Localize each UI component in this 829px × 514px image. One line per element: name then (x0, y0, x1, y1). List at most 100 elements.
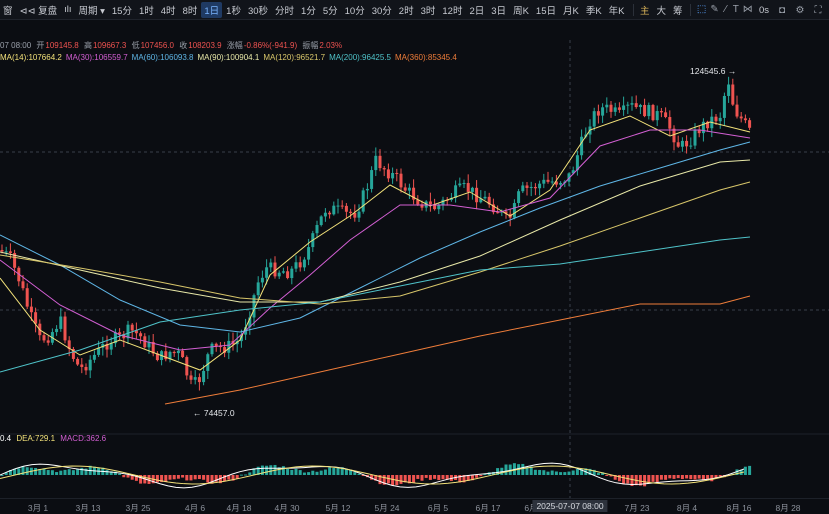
high-price-marker: 124545.6 → (690, 66, 737, 76)
candle-body (189, 375, 193, 380)
candle-body (685, 140, 689, 147)
close-label: 收 (179, 41, 188, 50)
timeframe-9[interactable]: 1秒 (223, 2, 244, 18)
macd-bar (605, 475, 609, 476)
timeframe-4[interactable]: 15分 (109, 2, 135, 18)
timeframe-1[interactable]: ⊲⊲ 复盘 (17, 2, 61, 18)
macd-bar (193, 475, 197, 480)
macd-bar (664, 475, 668, 480)
timeframe-18[interactable]: 12时 (439, 2, 465, 18)
candle-body (512, 203, 516, 218)
candle-body (525, 185, 529, 188)
time-axis: 3月 1 3月 13 3月 25 4月 6 4月 18 4月 30 5月 12 5月 24 6月… (0, 498, 829, 514)
timeframe-17[interactable]: 3时 (418, 2, 439, 18)
candle-body (344, 205, 348, 212)
macd-bar (122, 475, 126, 478)
timeframe-22[interactable]: 15日 (533, 2, 559, 18)
macd-bar (672, 475, 676, 479)
candle-body (8, 251, 12, 254)
candle-body (34, 312, 38, 324)
timeframe-21[interactable]: 周K (510, 2, 532, 18)
text-tool-icon[interactable]: T (733, 2, 739, 18)
candle-body (470, 187, 474, 192)
indicator-tab-main[interactable]: 主 (637, 2, 653, 18)
timeframe-7[interactable]: 8时 (180, 2, 201, 18)
timeframe-2[interactable]: ılı (61, 2, 74, 18)
timeframe-16[interactable]: 2时 (396, 2, 417, 18)
ma-legend-item: MA(360):85345.4 (394, 53, 457, 62)
timeframe-11[interactable]: 分时 (272, 2, 297, 18)
open-value: 109145.8 (45, 41, 79, 50)
candle-body (0, 250, 4, 252)
candle-body (210, 343, 214, 355)
amp-value: 2.03% (319, 41, 343, 50)
timeframe-25[interactable]: 年K (606, 2, 628, 18)
timeframe-12[interactable]: 1分 (298, 2, 319, 18)
timeframe-23[interactable]: 月K (560, 2, 582, 18)
candle-body (277, 272, 281, 277)
brush-tool-icon[interactable]: ⁄ (723, 2, 729, 18)
macd-bar (357, 473, 361, 475)
timeframe-13[interactable]: 5分 (320, 2, 341, 18)
timeframe-15[interactable]: 30分 (369, 2, 395, 18)
macd-bar (155, 475, 159, 483)
timeframe-6[interactable]: 4时 (158, 2, 179, 18)
candle-body (193, 377, 197, 380)
timeframe-8[interactable]: 1日 (201, 1, 223, 18)
time-axis-tick: 5月 12 (325, 503, 351, 513)
timeframe-3[interactable]: 周期 ▾ (75, 2, 107, 18)
candle-body (290, 268, 294, 279)
macd-bar (336, 467, 340, 475)
macd-bar (689, 475, 693, 480)
candle-body (714, 116, 718, 122)
candle-body (202, 370, 206, 383)
camera-icon[interactable]: ◘ (775, 2, 789, 18)
candle-body (181, 350, 185, 358)
timeframe-20[interactable]: 3日 (488, 2, 509, 18)
time-axis-tick: 8月 16 (726, 503, 752, 513)
fullscreen-icon[interactable]: ⛶ (811, 2, 825, 18)
candle-body (613, 107, 617, 112)
timeframe-24[interactable]: 季K (583, 2, 605, 18)
candle-body (92, 354, 96, 360)
time-axis-tick: 3月 13 (75, 503, 101, 513)
macd-bar (412, 475, 416, 483)
candle-body (550, 181, 554, 183)
timeframe-5[interactable]: 1时 (136, 2, 157, 18)
timeframe-14[interactable]: 10分 (342, 2, 368, 18)
candle-body (315, 225, 319, 234)
time-axis-tick: 4月 6 (184, 503, 206, 513)
ma120-line (0, 181, 751, 305)
candle-body (676, 142, 680, 147)
timeframe-0[interactable]: 窗 (0, 2, 16, 18)
candle-body (454, 185, 458, 198)
candle-body (727, 84, 731, 96)
macd-bar (248, 472, 252, 475)
candle-body (382, 168, 386, 170)
indicator-tab-chips[interactable]: 筹 (670, 2, 686, 18)
ma-legend-item: MA(60):106093.8 (131, 53, 194, 62)
candle-body (735, 104, 739, 117)
pattern-tool-icon[interactable]: ⋈ (743, 2, 753, 18)
macd-bar (294, 468, 298, 475)
candle-body (605, 104, 609, 108)
select-tool-icon[interactable]: ⬚ (697, 2, 706, 18)
pen-tool-icon[interactable]: ✎ (710, 2, 718, 18)
macd-bar (475, 475, 479, 478)
macd-bar (80, 467, 84, 475)
macd-bar (416, 475, 420, 479)
candlestick-chart[interactable] (0, 20, 829, 498)
macd-bar (298, 470, 302, 475)
indicator-tab-big[interactable]: 大 (653, 2, 669, 18)
timeframe-10[interactable]: 30秒 (245, 2, 271, 18)
candle-body (542, 179, 546, 184)
macd-bar (63, 469, 67, 475)
settings-icon[interactable]: ⚙ (793, 2, 807, 18)
candle-body (84, 366, 88, 371)
time-axis-tick: 8月 28 (775, 503, 801, 513)
candle-body (256, 282, 260, 296)
timeframe-19[interactable]: 2日 (466, 2, 487, 18)
candle-body (323, 212, 327, 217)
candle-body (655, 111, 659, 121)
macd-bar (437, 475, 441, 481)
